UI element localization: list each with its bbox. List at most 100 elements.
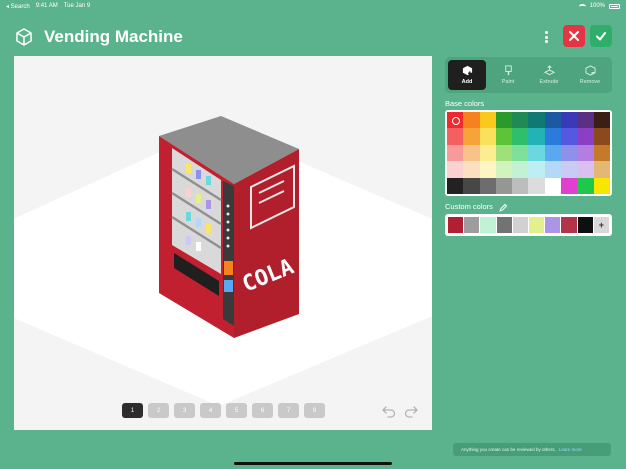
color-swatch[interactable]	[561, 112, 578, 129]
color-swatch[interactable]	[528, 161, 545, 178]
custom-colors-label: Custom colors	[445, 202, 493, 211]
color-swatch[interactable]	[463, 161, 480, 178]
color-swatch[interactable]	[447, 112, 464, 129]
remove-icon	[584, 65, 596, 76]
color-swatch[interactable]	[544, 144, 562, 162]
frame-button[interactable]: 8	[304, 403, 325, 418]
custom-color-swatch[interactable]	[545, 217, 561, 233]
frame-button[interactable]: 1	[122, 403, 143, 418]
notice-banner: Anything you create can be reviewed by o…	[453, 443, 611, 456]
custom-color-swatch[interactable]	[561, 217, 577, 233]
close-icon	[569, 31, 579, 41]
learn-more-link[interactable]: Learn more	[559, 447, 582, 452]
color-swatch[interactable]	[512, 128, 529, 145]
color-swatch[interactable]	[593, 112, 610, 129]
tool-paint[interactable]: Paint	[489, 60, 527, 90]
tool-label: Add	[461, 79, 473, 85]
confirm-button[interactable]	[590, 25, 612, 47]
tool-label: Remove	[579, 79, 601, 85]
custom-color-swatch[interactable]	[512, 217, 529, 233]
home-indicator[interactable]	[234, 462, 392, 465]
color-swatch[interactable]	[463, 177, 480, 194]
color-swatch[interactable]	[495, 144, 513, 162]
vending-machine-model[interactable]: COLA	[14, 56, 432, 430]
color-swatch[interactable]	[544, 161, 562, 178]
custom-color-swatch[interactable]	[529, 217, 545, 233]
custom-color-swatch[interactable]	[448, 217, 464, 233]
color-swatch[interactable]	[463, 128, 480, 145]
pencil-icon[interactable]	[499, 203, 508, 212]
redo-icon[interactable]	[404, 404, 418, 418]
color-swatch[interactable]	[512, 161, 529, 178]
color-swatch[interactable]	[577, 144, 594, 162]
color-swatch[interactable]	[561, 177, 578, 194]
cancel-button[interactable]	[563, 25, 585, 47]
color-swatch[interactable]	[528, 112, 545, 129]
color-swatch[interactable]	[479, 144, 496, 162]
color-swatch[interactable]	[528, 177, 545, 194]
paint-icon	[504, 65, 512, 76]
status-bar: ◂ Search 9:41 AM Tue Jan 9 100%	[0, 0, 626, 12]
color-swatch[interactable]	[544, 177, 562, 194]
add-custom-color-button[interactable]: +	[593, 217, 610, 233]
page-title: Vending Machine	[44, 27, 183, 46]
color-swatch[interactable]	[528, 144, 545, 162]
color-swatch[interactable]	[495, 177, 513, 194]
custom-color-palette: +	[445, 214, 612, 236]
color-swatch[interactable]	[561, 144, 578, 162]
frame-button[interactable]: 5	[226, 403, 247, 418]
frame-button[interactable]: 7	[278, 403, 299, 418]
frame-button[interactable]: 3	[174, 403, 195, 418]
color-swatch[interactable]	[544, 128, 562, 145]
color-swatch[interactable]	[593, 177, 610, 194]
color-swatch[interactable]	[544, 112, 562, 129]
cube-icon	[16, 28, 32, 46]
color-swatch[interactable]	[447, 161, 464, 178]
color-swatch[interactable]	[479, 177, 496, 194]
color-swatch[interactable]	[495, 112, 513, 129]
tool-remove[interactable]: Remove	[571, 60, 609, 90]
color-swatch[interactable]	[593, 128, 610, 145]
color-swatch[interactable]	[561, 161, 578, 178]
color-swatch[interactable]	[463, 144, 480, 162]
color-swatch[interactable]	[577, 112, 594, 129]
color-swatch[interactable]	[479, 112, 496, 129]
undo-icon[interactable]	[382, 404, 396, 418]
wifi-icon	[578, 3, 586, 9]
frame-button[interactable]: 2	[148, 403, 169, 418]
color-swatch[interactable]	[479, 161, 496, 178]
color-swatch[interactable]	[512, 177, 529, 194]
custom-color-swatch[interactable]	[464, 217, 480, 233]
tool-label: Extrude	[539, 79, 559, 85]
header: Vending Machine	[14, 22, 614, 52]
custom-color-swatch[interactable]	[577, 217, 593, 233]
frame-button[interactable]: 4	[200, 403, 221, 418]
color-swatch[interactable]	[479, 128, 496, 145]
color-swatch[interactable]	[577, 161, 594, 178]
color-swatch[interactable]	[593, 161, 610, 178]
frame-button[interactable]: 6	[252, 403, 273, 418]
color-swatch[interactable]	[528, 128, 545, 145]
color-swatch[interactable]	[593, 144, 610, 162]
color-swatch[interactable]	[495, 161, 513, 178]
back-to-search[interactable]: ◂ Search	[6, 3, 30, 10]
color-swatch[interactable]	[561, 128, 578, 145]
tool-extrude[interactable]: Extrude	[530, 60, 568, 90]
color-swatch[interactable]	[495, 128, 513, 145]
custom-color-swatch[interactable]	[496, 217, 512, 233]
color-swatch[interactable]	[463, 112, 480, 129]
custom-color-swatch[interactable]	[480, 217, 496, 233]
editor-canvas[interactable]: COLA 1 2 3 4 5 6 7 8	[14, 56, 432, 430]
more-options-icon[interactable]	[544, 31, 548, 43]
status-time: 9:41 AM	[35, 2, 58, 9]
color-swatch[interactable]	[447, 128, 464, 145]
color-swatch[interactable]	[447, 144, 464, 162]
color-swatch[interactable]	[512, 112, 529, 129]
color-swatch[interactable]	[577, 177, 594, 194]
color-swatch[interactable]	[447, 177, 464, 194]
color-swatch[interactable]	[512, 144, 529, 162]
extrude-icon	[543, 65, 555, 76]
tool-add[interactable]: Add	[448, 60, 486, 90]
color-swatch[interactable]	[577, 128, 594, 145]
status-date: Tue Jan 9	[63, 2, 91, 9]
